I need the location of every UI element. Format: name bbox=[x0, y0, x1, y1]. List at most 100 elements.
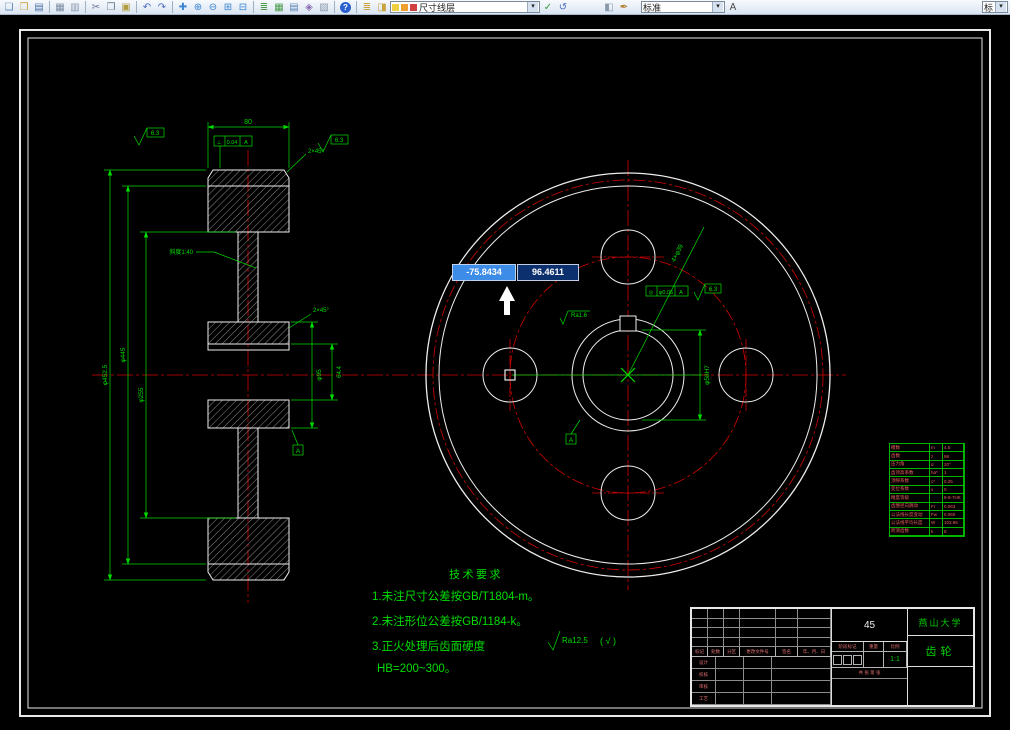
layer-grid-icon[interactable]: ≣ bbox=[257, 1, 271, 14]
dim-hub-dia: φ95 bbox=[316, 369, 323, 381]
tol-left-symbol: ⊥ bbox=[217, 139, 222, 146]
zoom-window-icon[interactable]: ⊞ bbox=[221, 1, 235, 14]
signature-cell bbox=[744, 669, 772, 681]
block-icon[interactable]: ◈ bbox=[302, 1, 316, 14]
dim-keyway: 64.4 bbox=[337, 366, 343, 378]
param-symbol: Fr bbox=[930, 502, 943, 511]
sheet-set-icon[interactable]: ▤ bbox=[287, 1, 301, 14]
revision-cell bbox=[692, 628, 708, 638]
stage-values: 1:1 bbox=[832, 652, 907, 668]
layer-states-icon[interactable]: ◨ bbox=[375, 1, 389, 14]
revision-cell bbox=[692, 609, 708, 619]
company-name: 燕山大学 bbox=[908, 609, 973, 636]
tech-req-title: 技术要求 bbox=[449, 568, 503, 581]
weight-value bbox=[864, 652, 884, 668]
chevron-down-icon[interactable]: ▾ bbox=[527, 2, 538, 12]
revision-header-cell: 签名 bbox=[776, 647, 798, 657]
param-value: 20° bbox=[943, 460, 964, 470]
chevron-down-icon[interactable]: ▾ bbox=[995, 2, 1006, 12]
dim-style-combo[interactable]: 标准▾ bbox=[982, 1, 1008, 13]
param-symbol: Fw bbox=[930, 510, 943, 520]
save-file-icon[interactable]: ▤ bbox=[32, 1, 46, 14]
copy-icon[interactable]: ❒ bbox=[104, 1, 118, 14]
layer-combo[interactable]: 尺寸线层 ▾ bbox=[390, 1, 540, 13]
roughness-note-parens: ( √ ) bbox=[600, 636, 616, 646]
paste-icon[interactable]: ▣ bbox=[119, 1, 133, 14]
param-name: 精度等级 bbox=[890, 494, 930, 503]
part-name: 齿轮 bbox=[908, 636, 973, 667]
zoom-previous-icon[interactable]: ⊟ bbox=[236, 1, 250, 14]
material-cell: 45 bbox=[832, 609, 907, 642]
toolbar: ❏❐▤▦▥✂❒▣↶↷✚⊕⊖⊞⊟≣▦▤◈▨?≣◨尺寸线层▾✓↺◧✒标准▾A标准▾ bbox=[0, 0, 1010, 15]
tech-req-line-1: 1.未注尺寸公差按GB/T1804-m。 bbox=[372, 589, 539, 603]
undo-icon[interactable]: ↶ bbox=[140, 1, 154, 14]
revision-header-cell: 处数 bbox=[708, 647, 724, 657]
revision-header-cell: 更改文件号 bbox=[740, 647, 776, 657]
roughness-hub: Ra1.6 bbox=[571, 313, 588, 319]
plot-icon[interactable]: ▦ bbox=[53, 1, 67, 14]
text-style-icon[interactable]: A bbox=[726, 1, 740, 14]
image-icon[interactable]: ▨ bbox=[317, 1, 331, 14]
match-properties-icon[interactable]: ✒ bbox=[617, 1, 631, 14]
toolbar-separator bbox=[172, 1, 173, 13]
revision-cell bbox=[692, 618, 708, 628]
param-symbol: k bbox=[930, 527, 943, 536]
tech-req-line-2: 2.未注形位公差按GB/1184-k。 bbox=[372, 614, 528, 628]
toolbar-separator bbox=[334, 1, 335, 13]
dim-web-dia: φ255 bbox=[138, 387, 145, 402]
param-name: 齿顶高系数 bbox=[890, 469, 930, 478]
keyway-front bbox=[619, 315, 637, 332]
open-file-icon[interactable]: ❐ bbox=[17, 1, 31, 14]
signature-cell bbox=[716, 681, 744, 693]
param-value: 0.063 bbox=[943, 502, 964, 511]
stage-label: 阶段标记 bbox=[832, 642, 864, 652]
zoom-in-icon[interactable]: ⊕ bbox=[191, 1, 205, 14]
roughness-note: Ra12.5 bbox=[562, 636, 588, 645]
signature-cell bbox=[716, 669, 744, 681]
pan-icon[interactable]: ✚ bbox=[176, 1, 190, 14]
revision-cell bbox=[776, 618, 798, 628]
zoom-out-icon[interactable]: ⊖ bbox=[206, 1, 220, 14]
style-combo[interactable]: 标准 ▾ bbox=[641, 1, 725, 13]
param-name: 压力角 bbox=[890, 460, 930, 470]
redo-icon[interactable]: ↷ bbox=[155, 1, 169, 14]
signature-label: 设计 bbox=[692, 657, 716, 669]
param-value: 8-8-7HK bbox=[943, 494, 964, 503]
stage-mark-boxes bbox=[832, 652, 864, 668]
datum-left-label: A bbox=[296, 448, 301, 455]
cut-icon[interactable]: ✂ bbox=[89, 1, 103, 14]
tech-req-line-4: HB=200~300。 bbox=[377, 663, 456, 675]
properties-palette-icon[interactable]: ◧ bbox=[602, 1, 616, 14]
revision-cell bbox=[798, 618, 831, 628]
title-block[interactable]: 标记 处数 分区 更改文件号 签名 年、月、日 设计 校核 审核 工艺 45 阶段标记 重量 比… bbox=[690, 607, 975, 707]
weight-label: 重量 bbox=[864, 642, 884, 652]
dynamic-input-y[interactable]: 96.4611 bbox=[517, 264, 579, 281]
chevron-down-icon[interactable]: ▾ bbox=[712, 2, 723, 12]
dynamic-input-x[interactable]: -75.8434 bbox=[452, 264, 516, 281]
help-icon[interactable]: ? bbox=[340, 1, 351, 13]
scale-value: 1:1 bbox=[884, 652, 907, 668]
revision-cell bbox=[724, 609, 740, 619]
param-symbol: ha* bbox=[930, 469, 943, 478]
tol-front-symbol: ◎ bbox=[649, 290, 654, 296]
revision-header-cell: 分区 bbox=[724, 647, 740, 657]
plot-preview-icon[interactable]: ▥ bbox=[68, 1, 82, 14]
layer-status-icon bbox=[392, 3, 399, 11]
dim-outer-dia: φ452.5 bbox=[102, 364, 109, 385]
make-current-icon[interactable]: ✓ bbox=[541, 1, 555, 14]
layer-manager-icon[interactable]: ≣ bbox=[360, 1, 374, 14]
toolbar-separator bbox=[49, 1, 50, 13]
new-file-icon[interactable]: ❏ bbox=[2, 1, 16, 14]
layer-previous-icon[interactable]: ↺ bbox=[556, 1, 570, 14]
layer-status-icon bbox=[410, 3, 417, 11]
signature-rows: 设计 校核 审核 工艺 bbox=[692, 657, 831, 705]
param-value: 8 bbox=[943, 527, 964, 536]
gear-parameter-table[interactable]: 模数 m 4.5 齿数 z 98 压力角 α 20° 齿顶高系数 ha* 1 顶隙系数 c* 0.25 变位系… bbox=[889, 443, 965, 537]
table-icon[interactable]: ▦ bbox=[272, 1, 286, 14]
signature-cell bbox=[772, 657, 831, 669]
revision-headers: 标记 处数 分区 更改文件号 签名 年、月、日 bbox=[692, 647, 831, 657]
datum-front-label: A bbox=[569, 437, 574, 444]
signature-label: 校核 bbox=[692, 669, 716, 681]
revision-cell bbox=[776, 637, 798, 647]
revision-area: 标记 处数 分区 更改文件号 签名 年、月、日 设计 校核 审核 工艺 bbox=[692, 609, 832, 705]
